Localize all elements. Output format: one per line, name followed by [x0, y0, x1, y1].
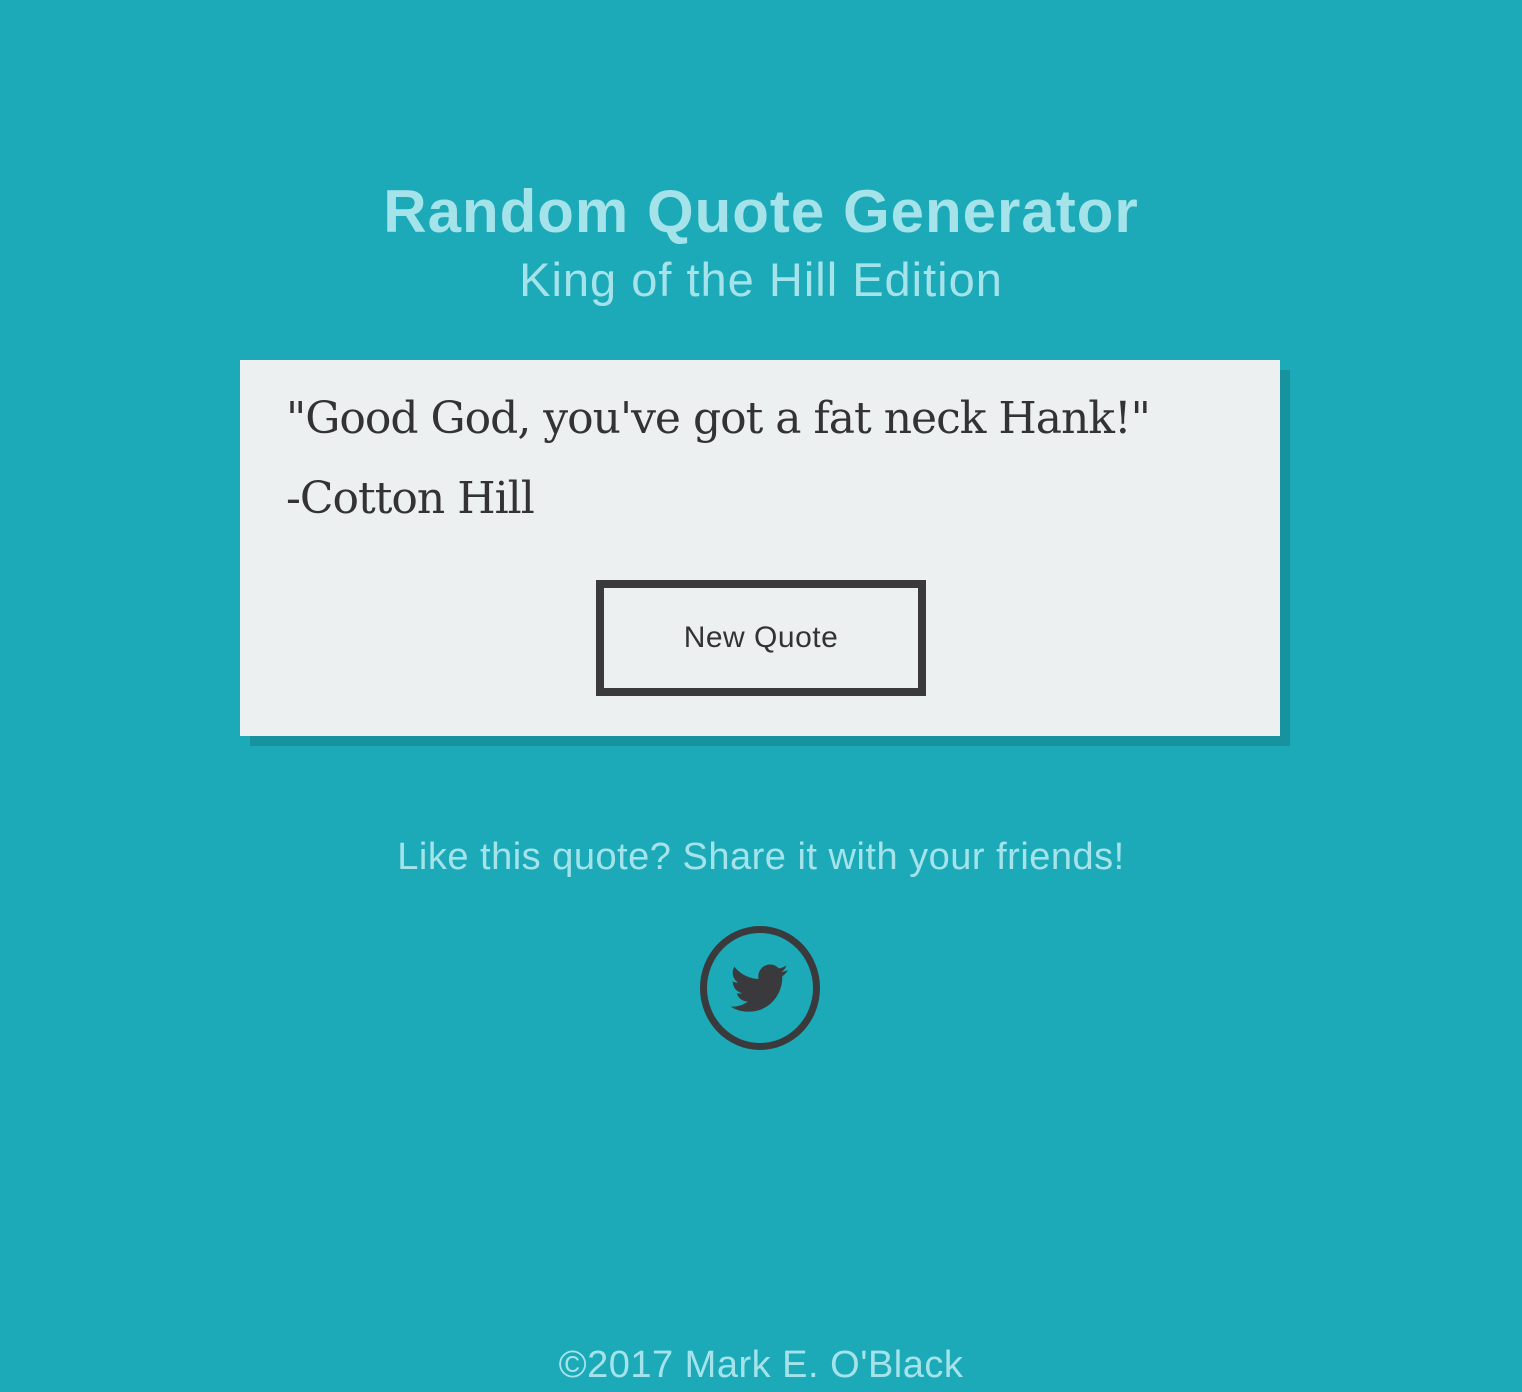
new-quote-button[interactable]: New Quote — [596, 580, 926, 696]
twitter-icon — [731, 964, 789, 1012]
quote-author: -Cotton Hill — [286, 473, 535, 524]
page-subtitle: King of the Hill Edition — [519, 253, 1003, 306]
quote-card: "Good God, you've got a fat neck Hank!" … — [240, 360, 1280, 736]
page-title: Random Quote Generator — [383, 178, 1139, 245]
share-prompt: Like this quote? Share it with your frie… — [397, 836, 1125, 878]
page-header: Random Quote Generator King of the Hill … — [0, 176, 1522, 308]
tweet-button[interactable] — [700, 926, 820, 1050]
quote-text: "Good God, you've got a fat neck Hank!" — [286, 393, 1151, 444]
footer-copyright: ©2017 Mark E. O'Black — [558, 1344, 964, 1386]
